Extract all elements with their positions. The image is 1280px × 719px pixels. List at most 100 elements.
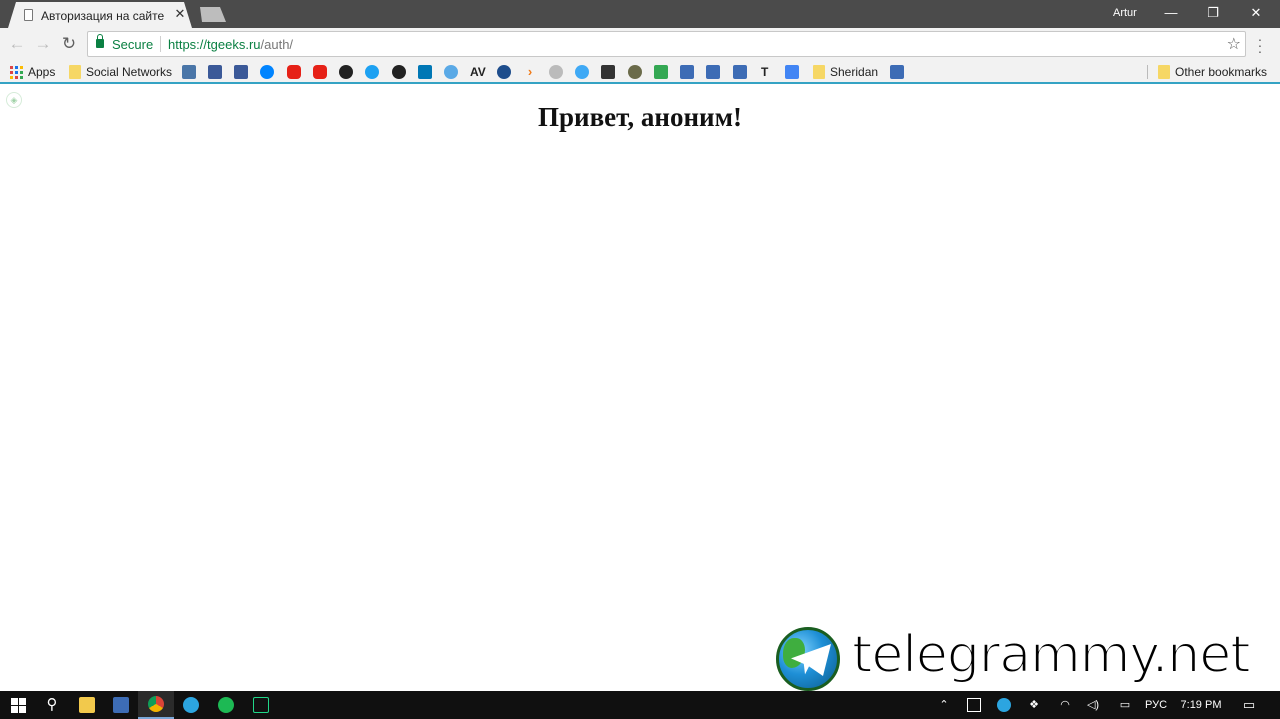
bookmark-messenger[interactable] bbox=[260, 63, 274, 81]
windows-logo-icon bbox=[10, 697, 26, 713]
back-button[interactable]: ← bbox=[6, 33, 28, 55]
browser-titlebar: Авторизация на сайте ✕ Artur — ❐ ✕ bbox=[0, 0, 1280, 28]
tab-close-icon[interactable]: ✕ bbox=[172, 6, 188, 22]
tray-dropbox-icon[interactable]: ❖ bbox=[1024, 691, 1044, 719]
chevron-right-icon: › bbox=[523, 65, 537, 79]
bookmark-translate[interactable] bbox=[785, 63, 799, 81]
bookmark-sheridan[interactable]: Sheridan bbox=[813, 63, 878, 81]
bookmark-star-icon[interactable]: ☆ bbox=[1227, 34, 1241, 54]
bookmark-facebook[interactable] bbox=[208, 63, 222, 81]
bookmark-linkedin[interactable] bbox=[418, 63, 432, 81]
bookmark-facebook-2[interactable] bbox=[234, 63, 248, 81]
action-center-icon[interactable]: ▭ bbox=[1238, 691, 1260, 719]
bookmark-s[interactable] bbox=[890, 63, 904, 81]
watermark: telegrammy.net bbox=[776, 624, 1276, 691]
bookmark-maps[interactable] bbox=[654, 63, 668, 81]
vk-icon bbox=[182, 65, 196, 79]
bookmarks-separator bbox=[1147, 65, 1148, 79]
messenger-icon bbox=[260, 65, 274, 79]
bookmark-z2[interactable] bbox=[706, 63, 720, 81]
taskbar-chrome[interactable] bbox=[138, 691, 174, 719]
restore-button[interactable]: ❐ bbox=[1191, 0, 1235, 28]
bookmark-vk[interactable] bbox=[182, 63, 196, 81]
browser-menu-icon[interactable]: · · · bbox=[1255, 32, 1265, 58]
z-icon bbox=[680, 65, 694, 79]
profile-name[interactable]: Artur bbox=[1113, 7, 1137, 19]
folder-icon bbox=[69, 65, 81, 79]
github-icon bbox=[392, 65, 406, 79]
z-icon bbox=[706, 65, 720, 79]
secure-label[interactable]: Secure bbox=[112, 37, 153, 52]
translate-icon bbox=[785, 65, 799, 79]
apps-grid-icon bbox=[10, 65, 23, 79]
bookmark-circle[interactable] bbox=[575, 63, 589, 81]
tray-app-icon[interactable] bbox=[964, 691, 984, 719]
screen: Авторизация на сайте ✕ Artur — ❐ ✕ ← → ↻… bbox=[0, 0, 1280, 719]
tray-volume-icon[interactable]: ◁) bbox=[1083, 691, 1103, 719]
bookmark-youtube-2[interactable] bbox=[313, 63, 327, 81]
bookmark-briefcase[interactable] bbox=[601, 63, 615, 81]
bookmark-bug[interactable] bbox=[628, 63, 642, 81]
bookmark-z3[interactable] bbox=[733, 63, 747, 81]
bookmarks-bar: Apps Social Networks AV › T Sheridan Oth… bbox=[0, 60, 1280, 84]
youtube-icon bbox=[287, 65, 301, 79]
minimize-button[interactable]: — bbox=[1149, 0, 1193, 28]
bookmark-arrow[interactable]: › bbox=[523, 63, 537, 81]
spiral-icon bbox=[339, 65, 353, 79]
tray-clock[interactable]: 7:19 PM bbox=[1178, 691, 1224, 719]
watermark-text: telegrammy.net bbox=[851, 624, 1252, 686]
close-window-button[interactable]: ✕ bbox=[1234, 0, 1278, 28]
url-path: /auth/ bbox=[260, 37, 294, 52]
taskbar-telegram[interactable] bbox=[173, 691, 209, 719]
bookmark-w[interactable] bbox=[444, 63, 458, 81]
tray-telegram-icon[interactable] bbox=[994, 691, 1014, 719]
url-scheme: https:// bbox=[168, 37, 208, 52]
taskbar-explorer[interactable] bbox=[69, 691, 105, 719]
bookmark-t[interactable]: T bbox=[761, 63, 768, 81]
start-button[interactable] bbox=[0, 691, 36, 719]
facebook-icon bbox=[234, 65, 248, 79]
lock-icon[interactable] bbox=[96, 34, 104, 48]
maps-icon bbox=[654, 65, 668, 79]
bookmark-social-networks[interactable]: Social Networks bbox=[69, 63, 172, 81]
taskbar-spotify[interactable] bbox=[208, 691, 244, 719]
twitter-icon bbox=[365, 65, 379, 79]
forward-button[interactable]: → bbox=[32, 33, 54, 55]
browser-toolbar: ← → ↻ Secure https://tgeeks.ru/auth/ ☆ ·… bbox=[0, 28, 1280, 60]
url-text[interactable]: https://tgeeks.ru/auth/ bbox=[168, 37, 293, 52]
bookmark-cloud[interactable] bbox=[549, 63, 563, 81]
chrome-icon bbox=[148, 696, 164, 712]
new-tab-button[interactable] bbox=[200, 7, 226, 22]
bookmark-apps[interactable]: Apps bbox=[10, 63, 55, 81]
search-button[interactable]: ⚲ bbox=[34, 691, 70, 719]
briefcase-icon bbox=[601, 65, 615, 79]
omnibox-separator bbox=[160, 36, 161, 52]
reload-button[interactable]: ↻ bbox=[58, 33, 80, 55]
address-bar[interactable]: Secure https://tgeeks.ru/auth/ ☆ bbox=[87, 31, 1246, 57]
tray-wifi-icon[interactable]: ◠ bbox=[1055, 691, 1075, 719]
bookmark-twitter[interactable] bbox=[365, 63, 379, 81]
telegram-globe-logo-icon bbox=[776, 627, 840, 691]
w-icon bbox=[444, 65, 458, 79]
bookmark-av[interactable]: AV bbox=[470, 63, 486, 81]
tray-battery-icon[interactable]: ▭ bbox=[1115, 691, 1135, 719]
taskbar-pycharm[interactable] bbox=[243, 691, 279, 719]
floppy-disk-icon bbox=[113, 697, 129, 713]
tray-expand-icon[interactable]: ⌃ bbox=[934, 691, 954, 719]
bookmark-unknown[interactable] bbox=[339, 63, 353, 81]
spotify-icon bbox=[218, 697, 234, 713]
taskbar-save-app[interactable] bbox=[103, 691, 139, 719]
facebook-icon bbox=[208, 65, 222, 79]
tab-auth[interactable]: Авторизация на сайте ✕ bbox=[8, 2, 192, 28]
tray-language[interactable]: РУС bbox=[1142, 691, 1170, 719]
telegram-icon bbox=[183, 697, 199, 713]
bookmark-globe[interactable] bbox=[497, 63, 511, 81]
folder-icon bbox=[1158, 65, 1170, 79]
s-icon bbox=[890, 65, 904, 79]
pycharm-icon bbox=[253, 697, 269, 713]
bookmark-github[interactable] bbox=[392, 63, 406, 81]
bookmark-youtube[interactable] bbox=[287, 63, 301, 81]
page-title: Привет, аноним! bbox=[538, 102, 742, 132]
bookmark-other[interactable]: Other bookmarks bbox=[1158, 63, 1267, 81]
bookmark-z1[interactable] bbox=[680, 63, 694, 81]
